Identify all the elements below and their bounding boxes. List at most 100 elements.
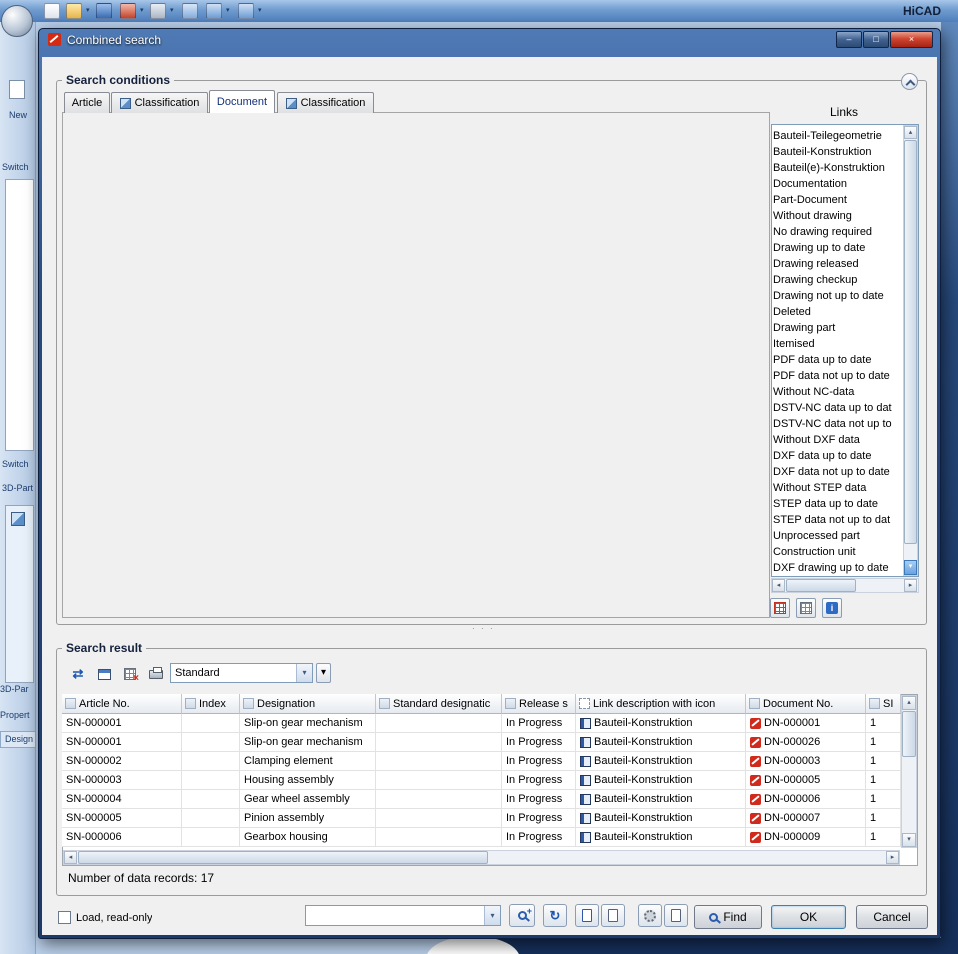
cancel-button[interactable]: Cancel	[856, 905, 928, 929]
cell-designation[interactable]: Clamping element	[240, 752, 376, 771]
cell-document-no[interactable]: DN-000005	[746, 771, 866, 790]
print-icon[interactable]	[150, 3, 166, 19]
cell-designation[interactable]: Housing assembly	[240, 771, 376, 790]
cell-release-status[interactable]: In Progress	[502, 752, 576, 771]
cell-sheet[interactable]: 1	[866, 752, 901, 771]
cell-release-status[interactable]: In Progress	[502, 809, 576, 828]
cell-designation[interactable]: Pinion assembly	[240, 809, 376, 828]
link-item[interactable]: Unprocessed part	[773, 528, 899, 544]
tab-classification-1[interactable]: Classification	[111, 92, 208, 113]
tab-article[interactable]: Article	[64, 92, 110, 113]
refresh-button[interactable]: ⇄	[68, 664, 88, 684]
cell-article-no[interactable]: SN-000004	[62, 790, 182, 809]
link-item[interactable]: Bauteil(e)-Konstruktion	[773, 160, 899, 176]
link-item[interactable]: DSTV-NC data not up to	[773, 416, 899, 432]
link-item[interactable]: Part-Document	[773, 192, 899, 208]
minimize-button[interactable]: –	[836, 31, 862, 48]
cell-document-no[interactable]: DN-000001	[746, 714, 866, 733]
link-item[interactable]: STEP data not up to dat	[773, 512, 899, 528]
cell-standard-designation[interactable]	[376, 733, 502, 752]
col-header-sheet[interactable]: SI	[866, 694, 901, 714]
cell-sheet[interactable]: 1	[866, 714, 901, 733]
col-header-release-status[interactable]: Release s	[502, 694, 576, 714]
new-search-button[interactable]	[664, 904, 688, 927]
link-item[interactable]: Without NC-data	[773, 384, 899, 400]
links-view-red-button[interactable]	[770, 598, 790, 618]
scroll-down-icon[interactable]: ▾	[904, 560, 917, 575]
cell-release-status[interactable]: In Progress	[502, 828, 576, 847]
cell-sheet[interactable]: 1	[866, 809, 901, 828]
dialog-system-icon[interactable]	[48, 33, 61, 46]
link-item[interactable]: PDF data up to date	[773, 352, 899, 368]
link-item[interactable]: Documentation	[773, 176, 899, 192]
link-item[interactable]: Construction unit	[773, 544, 899, 560]
scroll-left-icon[interactable]: ◂	[64, 851, 77, 864]
cell-document-no[interactable]: DN-000003	[746, 752, 866, 771]
cell-article-no[interactable]: SN-000006	[62, 828, 182, 847]
col-header-designation[interactable]: Designation	[240, 694, 376, 714]
cell-article-no[interactable]: SN-000001	[62, 733, 182, 752]
cell-index[interactable]	[182, 733, 240, 752]
cell-article-no[interactable]: SN-000002	[62, 752, 182, 771]
redo-icon[interactable]	[238, 3, 254, 19]
link-item[interactable]: Drawing checkup	[773, 272, 899, 288]
settings-button[interactable]	[638, 904, 662, 927]
save-icon[interactable]	[96, 3, 112, 19]
cell-link-description[interactable]: Bauteil-Konstruktion	[576, 828, 746, 847]
clear-results-button[interactable]: ×	[120, 664, 140, 684]
load-readonly-checkbox[interactable]	[58, 911, 71, 924]
cell-article-no[interactable]: SN-000005	[62, 809, 182, 828]
cell-release-status[interactable]: In Progress	[502, 790, 576, 809]
link-item[interactable]: Without DXF data	[773, 432, 899, 448]
cell-document-no[interactable]: DN-000007	[746, 809, 866, 828]
close-button[interactable]: ×	[890, 31, 933, 48]
cell-designation[interactable]: Gearbox housing	[240, 828, 376, 847]
cell-index[interactable]	[182, 714, 240, 733]
cell-link-description[interactable]: Bauteil-Konstruktion	[576, 771, 746, 790]
part-tool-icon[interactable]	[11, 512, 25, 526]
cell-sheet[interactable]: 1	[866, 771, 901, 790]
link-item[interactable]: Drawing not up to date	[773, 288, 899, 304]
link-item[interactable]: Drawing up to date	[773, 240, 899, 256]
splitter-handle[interactable]: ∙ ∙ ∙	[472, 623, 495, 633]
link-item[interactable]: Without drawing	[773, 208, 899, 224]
links-hscroll-thumb[interactable]	[786, 579, 856, 592]
link-item[interactable]: PDF data not up to date	[773, 368, 899, 384]
col-header-standard-designation[interactable]: Standard designatic	[376, 694, 502, 714]
col-header-index[interactable]: Index	[182, 694, 240, 714]
link-item[interactable]: DSTV-NC data up to dat	[773, 400, 899, 416]
cell-release-status[interactable]: In Progress	[502, 771, 576, 790]
scroll-right-icon[interactable]: ▸	[904, 579, 917, 592]
links-info-button[interactable]: i	[822, 598, 842, 618]
links-vscroll-thumb[interactable]	[904, 140, 917, 544]
cell-link-description[interactable]: Bauteil-Konstruktion	[576, 733, 746, 752]
result-hscroll-thumb[interactable]	[78, 851, 488, 864]
cell-link-description[interactable]: Bauteil-Konstruktion	[576, 714, 746, 733]
scroll-up-icon[interactable]: ▴	[904, 126, 917, 139]
maximize-button[interactable]: □	[863, 31, 889, 48]
cell-document-no[interactable]: DN-000026	[746, 733, 866, 752]
find-button[interactable]: Find	[694, 905, 762, 929]
delete-dropdown-icon[interactable]: ▾	[140, 6, 144, 14]
undo-icon[interactable]	[206, 3, 222, 19]
cell-index[interactable]	[182, 809, 240, 828]
col-header-document-no[interactable]: Document No.	[746, 694, 866, 714]
table-icon[interactable]	[182, 3, 198, 19]
cell-document-no[interactable]: DN-000006	[746, 790, 866, 809]
cell-standard-designation[interactable]	[376, 752, 502, 771]
link-item[interactable]: STEP data up to date	[773, 496, 899, 512]
link-item[interactable]: Drawing part	[773, 320, 899, 336]
cell-sheet[interactable]: 1	[866, 790, 901, 809]
export-button[interactable]	[94, 664, 114, 684]
cell-link-description[interactable]: Bauteil-Konstruktion	[576, 809, 746, 828]
tab-document[interactable]: Document	[209, 90, 275, 113]
cell-standard-designation[interactable]	[376, 714, 502, 733]
cell-designation[interactable]: Slip-on gear mechanism	[240, 714, 376, 733]
link-item[interactable]: DXF drawing up to date	[773, 560, 899, 576]
tab-classification-2[interactable]: Classification	[277, 92, 374, 113]
cell-standard-designation[interactable]	[376, 790, 502, 809]
cell-sheet[interactable]: 1	[866, 828, 901, 847]
cell-designation[interactable]: Slip-on gear mechanism	[240, 733, 376, 752]
load-search-button[interactable]	[575, 904, 599, 927]
col-header-link-description[interactable]: Link description with icon	[576, 694, 746, 714]
